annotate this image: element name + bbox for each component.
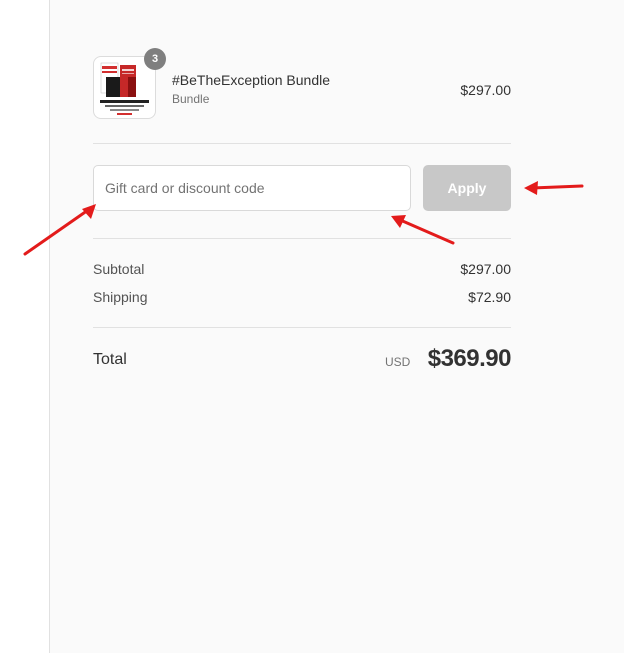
shipping-label: Shipping [93,289,148,305]
product-variant: Bundle [172,92,210,106]
discount-code-input[interactable] [93,165,411,211]
total-label: Total [93,351,127,368]
divider [93,143,511,144]
left-panel-edge [0,0,49,653]
product-price: $297.00 [460,82,511,98]
apply-button[interactable]: Apply [423,165,511,211]
shipping-value: $72.90 [468,289,511,305]
quantity-badge: 3 [144,48,166,70]
total-value: $369.90 [427,345,512,372]
subtotal-value: $297.00 [460,261,511,277]
currency-code: USD [385,355,411,369]
subtotal-label: Subtotal [93,261,145,277]
divider [93,327,511,328]
product-name: #BeTheException Bundle [172,72,330,88]
divider [93,238,511,239]
